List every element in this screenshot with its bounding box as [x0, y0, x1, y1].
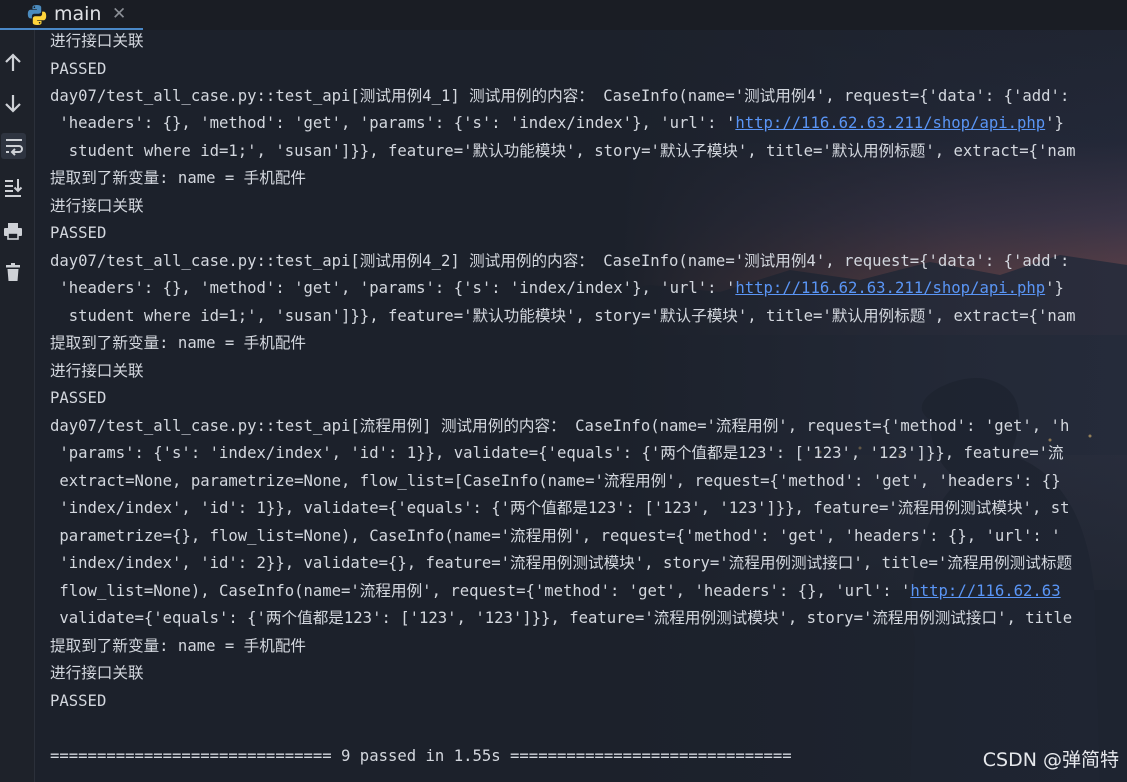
- console-line-text: '}: [1045, 114, 1064, 132]
- console-output[interactable]: 进行接口关联 PASSED day07/test_all_case.py::test…: [35, 30, 1127, 782]
- trash-icon[interactable]: [0, 259, 25, 285]
- console-line: extract=None, parametrize=None, flow_lis…: [50, 472, 1061, 490]
- arrow-up-icon[interactable]: [0, 50, 25, 76]
- url-link[interactable]: http://116.62.63.211/shop/api.php: [735, 114, 1045, 132]
- console-line: PASSED: [50, 692, 107, 710]
- console-line: 'params': {'s': 'index/index', 'id': 1}}…: [50, 444, 1064, 462]
- console-line: parametrize={}, flow_list=None), CaseInf…: [50, 527, 1061, 545]
- console-line: validate={'equals': {'两个值都是123': ['123',…: [50, 609, 1073, 627]
- console-line: 'headers': {}, 'method': 'get', 'params'…: [50, 114, 1064, 132]
- console-line: ============================== 9 passed …: [50, 747, 792, 765]
- console-line: PASSED: [50, 60, 107, 78]
- console-line: 提取到了新变量: name = 手机配件: [50, 637, 307, 655]
- console-line: student where id=1;', 'susan']}}, featur…: [50, 142, 1076, 160]
- console-line: 进行接口关联: [50, 197, 144, 215]
- close-icon[interactable]: ✕: [112, 4, 126, 24]
- url-link[interactable]: http://116.62.63.211/shop/api.php: [735, 279, 1045, 297]
- console-toolbar: [0, 30, 35, 782]
- tab-bar: main ✕: [0, 0, 1127, 30]
- console-line: 'index/index', 'id': 1}}, validate={'equ…: [50, 499, 1070, 517]
- console-line: 提取到了新变量: name = 手机配件: [50, 334, 307, 352]
- console-line: 'index/index', 'id': 2}}, validate={}, f…: [50, 554, 1073, 572]
- console-line: PASSED: [50, 224, 107, 242]
- console-line: day07/test_all_case.py::test_api[流程用例] 测…: [50, 417, 1070, 435]
- console-line: student where id=1;', 'susan']}}, featur…: [50, 307, 1076, 325]
- console-line-text: 'headers': {}, 'method': 'get', 'params'…: [50, 114, 736, 132]
- watermark: CSDN @弹简特: [982, 749, 1119, 771]
- soft-wrap-icon[interactable]: [1, 133, 26, 159]
- url-link[interactable]: http://116.62.63: [910, 582, 1060, 600]
- console-line: 'headers': {}, 'method': 'get', 'params'…: [50, 279, 1064, 297]
- arrow-down-icon[interactable]: [0, 90, 25, 116]
- tab-label: main: [54, 3, 102, 25]
- print-icon[interactable]: [0, 218, 25, 244]
- console-line-text: flow_list=None), CaseInfo(name='流程用例', r…: [50, 582, 911, 600]
- console-line-text: 'headers': {}, 'method': 'get', 'params'…: [50, 279, 736, 297]
- console-line: flow_list=None), CaseInfo(name='流程用例', r…: [50, 582, 1060, 600]
- console-line: day07/test_all_case.py::test_api[测试用例4_1…: [50, 87, 1070, 105]
- console-line: 进行接口关联: [50, 664, 144, 682]
- console-line-text: '}: [1045, 279, 1064, 297]
- console-line: 进行接口关联: [50, 32, 144, 50]
- tab-main[interactable]: main ✕: [0, 0, 143, 30]
- console-line: day07/test_all_case.py::test_api[测试用例4_2…: [50, 252, 1070, 270]
- scroll-to-end-icon[interactable]: [0, 174, 25, 200]
- console-line: 进行接口关联: [50, 362, 144, 380]
- console-line: 提取到了新变量: name = 手机配件: [50, 169, 307, 187]
- console-line: PASSED: [50, 389, 107, 407]
- python-icon: [27, 5, 47, 25]
